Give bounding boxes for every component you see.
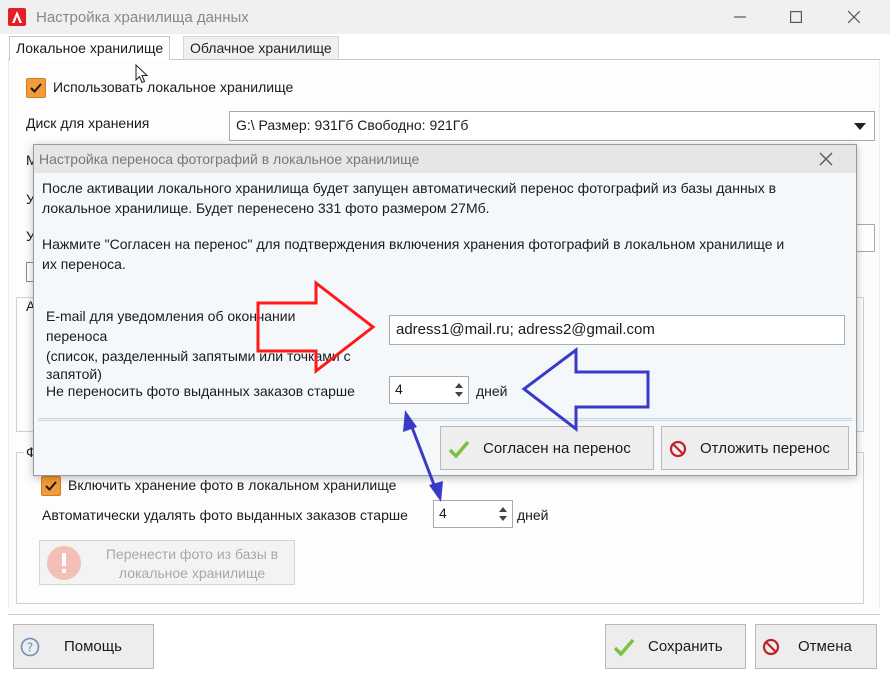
checkmark-icon — [45, 481, 57, 491]
spinner-down-icon[interactable] — [455, 392, 463, 397]
transfer-dialog: Настройка переноса фотографий в локально… — [33, 144, 857, 476]
postpone-transfer-label: Отложить перенос — [700, 440, 830, 457]
email-label-3: (список, разделенный запятыми или точкам… — [46, 348, 351, 364]
auto-delete-days-value: 4 — [439, 505, 447, 521]
check-icon — [448, 440, 470, 459]
enable-photo-storage-checkbox[interactable] — [41, 476, 61, 496]
use-local-storage-checkbox[interactable] — [26, 78, 46, 98]
disk-label: Диск для хранения — [26, 115, 150, 131]
maximize-button[interactable] — [784, 6, 808, 28]
auto-delete-days-spinner[interactable]: 4 — [433, 500, 513, 528]
transfer-dialog-title: Настройка переноса фотографий в локально… — [39, 151, 420, 167]
auto-delete-unit: дней — [517, 507, 549, 523]
spinner-up-icon[interactable] — [499, 507, 507, 512]
help-icon: ? — [20, 637, 40, 657]
keep-days-value: 4 — [395, 381, 403, 397]
tab-strip: Локальное хранилище Облачное хранилище — [0, 34, 890, 60]
close-icon — [847, 10, 861, 24]
keep-days-unit: дней — [476, 383, 508, 399]
cancel-label: Отмена — [798, 638, 852, 655]
spinner-down-icon[interactable] — [499, 516, 507, 521]
stop-icon — [669, 440, 687, 458]
footer-separator — [8, 614, 880, 615]
close-button[interactable] — [842, 6, 866, 28]
confirm-line-1: Нажмите "Согласен на перенос" для подтве… — [42, 236, 785, 252]
dialog-separator-2 — [38, 420, 852, 421]
transfer-dialog-titlebar: Настройка переноса фотографий в локально… — [34, 145, 856, 173]
disk-select[interactable]: G:\ Размер: 931Гб Свободно: 921Гб — [229, 111, 875, 141]
use-local-storage-label: Использовать локальное хранилище — [53, 79, 294, 95]
spinner-up-icon[interactable] — [455, 383, 463, 388]
save-button[interactable]: Сохранить — [605, 624, 746, 669]
keep-label: Не переносить фото выданных заказов стар… — [46, 383, 355, 399]
info-line-1: После активации локального хранилища буд… — [42, 180, 777, 196]
cancel-button[interactable]: Отмена — [755, 624, 877, 669]
agree-transfer-button[interactable]: Согласен на перенос — [440, 426, 654, 470]
checkmark-icon — [30, 83, 42, 93]
hidden-input-edge — [857, 224, 875, 252]
warning-icon — [47, 546, 81, 580]
window-titlebar: Настройка хранилища данных — [0, 0, 890, 34]
email-label-2: переноса — [46, 328, 108, 344]
maximize-icon — [790, 11, 803, 24]
move-photos-label-2: локальное хранилище — [118, 565, 266, 581]
help-label: Помощь — [64, 638, 122, 655]
enable-photo-storage-label: Включить хранение фото в локальном храни… — [68, 477, 397, 493]
auto-delete-label: Автоматически удалять фото выданных зака… — [42, 507, 408, 523]
tab-local-storage[interactable]: Локальное хранилище — [9, 36, 171, 60]
svg-text:?: ? — [27, 641, 33, 655]
keep-days-spinner[interactable]: 4 — [389, 376, 469, 404]
transfer-dialog-body: После активации локального хранилища буд… — [34, 173, 856, 475]
move-photos-button[interactable]: Перенести фото из базы в локальное храни… — [39, 540, 295, 585]
confirm-line-2: их переноса. — [42, 256, 126, 272]
move-photos-label-1: Перенести фото из базы в — [105, 546, 279, 562]
save-label: Сохранить — [648, 638, 723, 655]
email-input[interactable]: adress1@mail.ru; adress2@gmail.com — [389, 315, 845, 345]
app-logo-icon — [8, 8, 26, 26]
check-icon — [613, 638, 635, 657]
disk-select-value: G:\ Размер: 931Гб Свободно: 921Гб — [236, 117, 469, 133]
agree-transfer-label: Согласен на перенос — [483, 440, 631, 457]
help-button[interactable]: ? Помощь — [13, 624, 154, 669]
tab-cloud-storage[interactable]: Облачное хранилище — [183, 36, 339, 60]
postpone-transfer-button[interactable]: Отложить перенос — [661, 426, 849, 470]
dialog-separator — [38, 418, 852, 419]
email-label-1: E-mail для уведомления об окончании — [46, 308, 296, 324]
dropdown-arrow-icon — [854, 123, 866, 130]
window-title: Настройка хранилища данных — [36, 9, 249, 26]
info-line-2: локальное хранилище. Будет перенесено 33… — [42, 200, 490, 216]
stop-icon — [762, 638, 780, 656]
minimize-button[interactable] — [728, 6, 752, 28]
minimize-icon — [734, 16, 746, 18]
close-icon[interactable] — [818, 151, 834, 167]
